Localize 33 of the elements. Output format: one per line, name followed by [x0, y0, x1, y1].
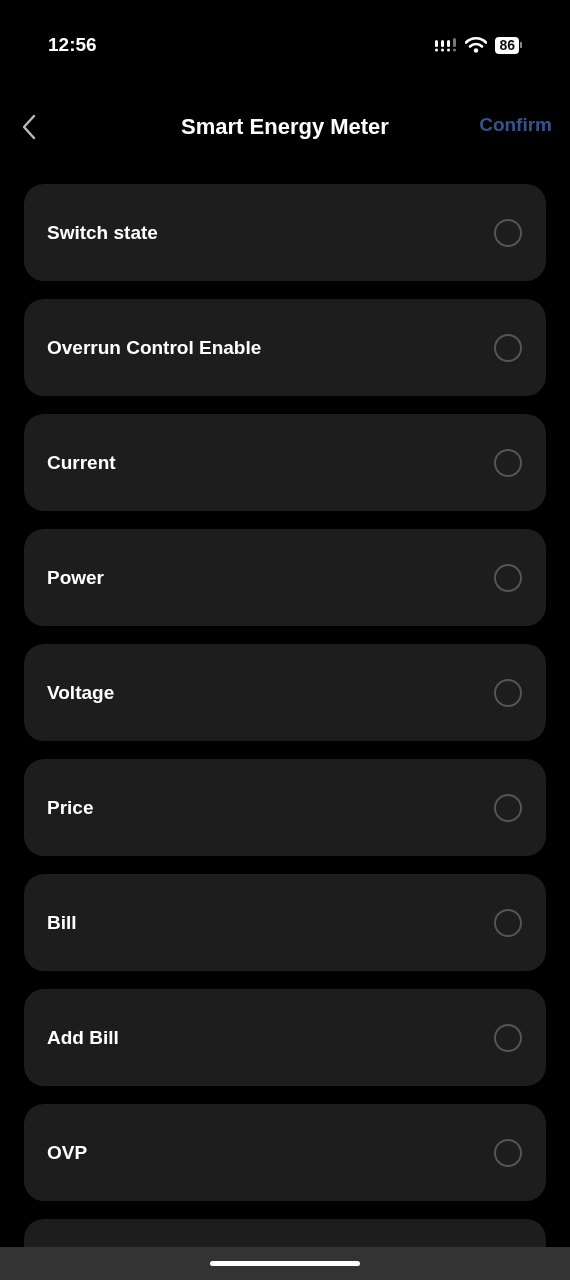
- option-label: OVP: [47, 1141, 88, 1164]
- option-label: Price: [47, 796, 94, 819]
- radio-button[interactable]: [494, 678, 522, 707]
- option-label: Current: [47, 451, 116, 474]
- option-card[interactable]: Current: [24, 414, 546, 511]
- radio-button[interactable]: [494, 333, 522, 362]
- radio-button[interactable]: [494, 448, 522, 477]
- option-label: Power: [47, 566, 105, 589]
- back-button[interactable]: [22, 114, 36, 140]
- battery-icon: 86: [495, 36, 522, 54]
- option-label: Switch state: [47, 221, 158, 244]
- option-card[interactable]: Voltage: [24, 644, 546, 741]
- option-label: Voltage: [47, 681, 115, 704]
- option-label: Add Bill: [47, 1026, 119, 1049]
- option-card[interactable]: Bill: [24, 874, 546, 971]
- option-card[interactable]: Power: [24, 529, 546, 626]
- radio-button[interactable]: [494, 793, 522, 822]
- option-card[interactable]: Switch state: [24, 184, 546, 281]
- radio-button[interactable]: [494, 908, 522, 937]
- radio-button[interactable]: [494, 1138, 522, 1167]
- option-card[interactable]: OVP: [24, 1104, 546, 1201]
- status-time: 12:56: [48, 34, 97, 56]
- radio-button[interactable]: [494, 218, 522, 247]
- page-title: Smart Energy Meter: [181, 114, 389, 140]
- wifi-icon: [465, 37, 488, 53]
- radio-button[interactable]: [494, 1023, 522, 1052]
- option-label: Bill: [47, 911, 77, 934]
- radio-button[interactable]: [494, 563, 522, 592]
- option-label: Overrun Control Enable: [47, 336, 262, 359]
- signal-icon: [435, 38, 458, 52]
- option-card[interactable]: Add Bill: [24, 989, 546, 1086]
- option-card[interactable]: Price: [24, 759, 546, 856]
- option-card[interactable]: Overrun Control Enable: [24, 299, 546, 396]
